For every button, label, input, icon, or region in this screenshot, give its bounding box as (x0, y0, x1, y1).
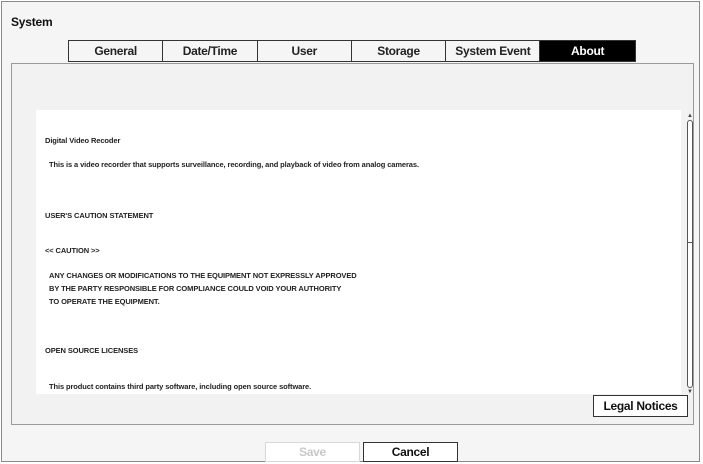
scroll-track[interactable] (687, 120, 693, 388)
open-source-description-text: This product contains third party softwa… (49, 382, 312, 391)
tab-general[interactable]: General (69, 41, 164, 61)
tab-system-event[interactable]: System Event (446, 41, 541, 61)
caution-line-1: ANY CHANGES OR MODIFICATIONS TO THE EQUI… (49, 271, 357, 280)
cancel-button[interactable]: Cancel (363, 442, 458, 462)
caution-label-text: << CAUTION >> (45, 246, 100, 255)
up-arrow-icon[interactable]: ▲ (686, 113, 694, 119)
window-title: System (11, 15, 53, 29)
tab-user[interactable]: User (258, 41, 352, 61)
caution-line-2: BY THE PARTY RESPONSIBLE FOR COMPLIANCE … (49, 284, 342, 293)
save-button[interactable]: Save (265, 442, 360, 462)
legal-notices-button[interactable]: Legal Notices (593, 395, 688, 417)
vertical-scrollbar[interactable]: ▲ ▼ (686, 113, 694, 395)
tab-about[interactable]: About (540, 41, 635, 61)
scroll-thumb[interactable] (688, 121, 692, 243)
tab-date-time[interactable]: Date/Time (163, 41, 258, 61)
about-text-area[interactable]: Digital Video Recoder This is a video re… (36, 110, 681, 394)
open-source-heading-text: OPEN SOURCE LICENSES (45, 346, 139, 355)
system-window: System General Date/Time User Storage Sy… (1, 1, 700, 462)
product-name-text: Digital Video Recoder (45, 136, 121, 145)
product-description-text: This is a video recorder that supports s… (49, 160, 419, 169)
caution-line-3: TO OPERATE THE EQUIPMENT. (49, 297, 160, 306)
tab-bar: General Date/Time User Storage System Ev… (68, 40, 636, 62)
about-panel: Digital Video Recoder This is a video re… (11, 63, 694, 425)
tab-storage[interactable]: Storage (352, 41, 447, 61)
caution-heading-text: USER'S CAUTION STATEMENT (45, 211, 154, 220)
